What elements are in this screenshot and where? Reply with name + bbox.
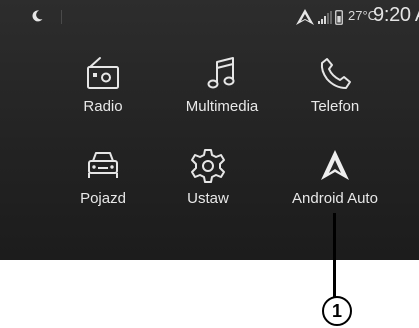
menu-item-label: Telefon	[310, 98, 360, 115]
menu-item-telefon[interactable]: Telefon	[275, 56, 395, 126]
infotainment-screen: 27°C 9:20 AM Radio Multimedia	[0, 0, 419, 260]
menu-item-label: Ustaw	[187, 190, 229, 207]
status-divider	[61, 10, 62, 24]
music-note-icon	[207, 57, 235, 89]
car-icon	[88, 152, 118, 178]
gear-icon	[191, 149, 225, 183]
menu-item-label: Pojazd	[80, 190, 126, 207]
callout-line	[333, 213, 336, 300]
menu-item-label: Radio	[83, 98, 123, 115]
menu-item-multimedia[interactable]: Multimedia	[162, 56, 282, 126]
radio-icon	[87, 57, 119, 89]
clock: 9:20 AM	[373, 4, 419, 26]
menu-item-label: Android Auto	[292, 190, 378, 207]
menu-item-pojazd[interactable]: Pojazd	[43, 148, 163, 218]
menu-item-radio[interactable]: Radio	[43, 56, 163, 126]
android-auto-icon	[321, 150, 349, 180]
phone-icon	[320, 58, 351, 89]
callout-number: 1	[322, 296, 352, 326]
phone-battery-icon	[335, 10, 343, 25]
signal-icon	[318, 11, 332, 24]
moon-icon[interactable]	[30, 9, 44, 23]
android-auto-icon	[296, 9, 314, 25]
menu-item-android-auto[interactable]: Android Auto	[275, 148, 395, 218]
menu-item-label: Multimedia	[185, 98, 259, 115]
status-bar: 27°C 9:20 AM	[0, 0, 419, 34]
menu-item-ustaw[interactable]: Ustaw	[148, 148, 268, 218]
